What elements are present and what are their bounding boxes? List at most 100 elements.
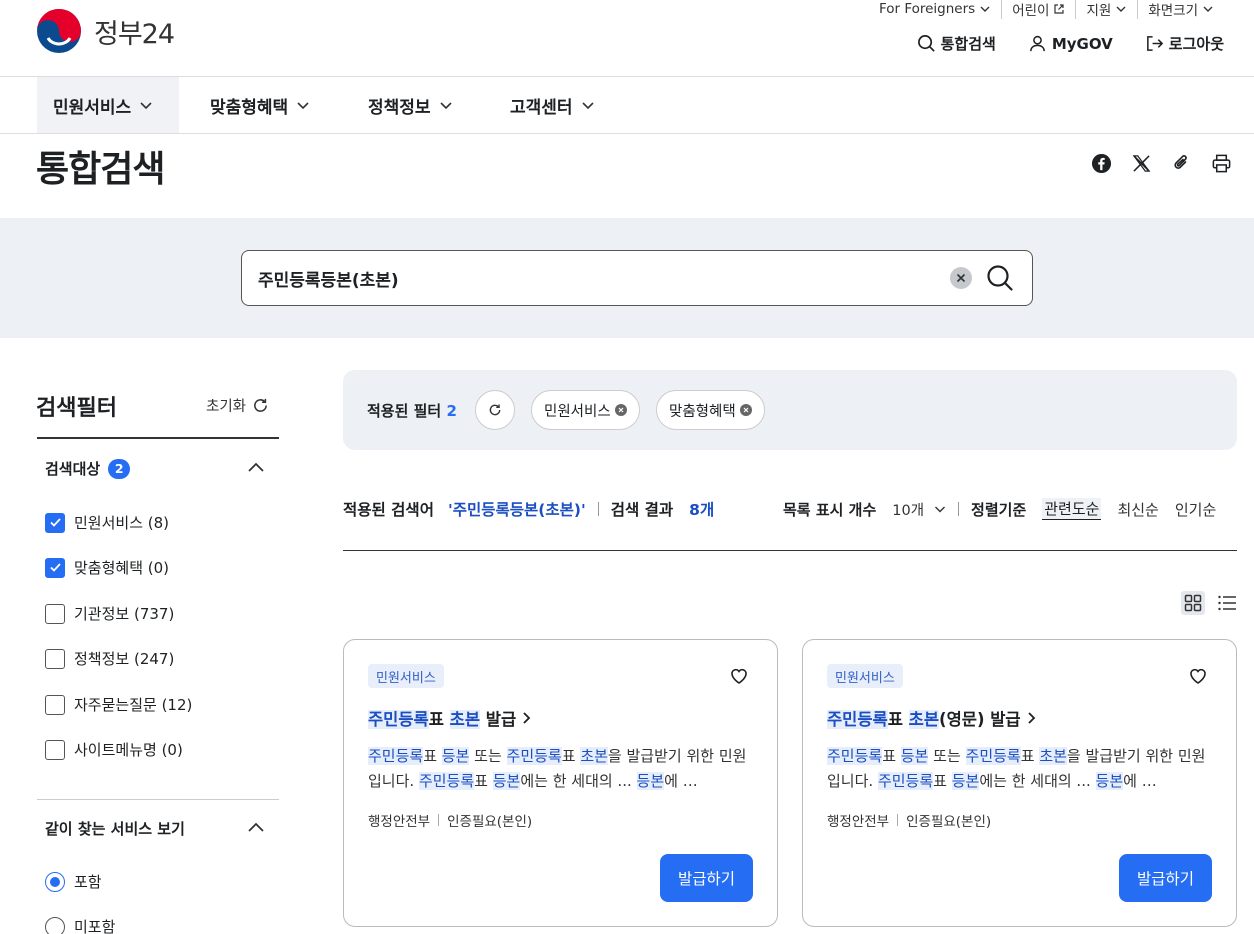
filter-option-agency-info[interactable]: 기관정보 (737)	[45, 603, 174, 624]
checkbox[interactable]	[45, 739, 65, 760]
integrated-search-link[interactable]: 통합검색	[917, 33, 996, 54]
gnb-customer-center[interactable]: 고객센터	[494, 77, 611, 133]
remove-chip-icon[interactable]	[739, 404, 752, 416]
text-segment: 에는 한 세대의 ...	[520, 772, 637, 790]
filter-option-site-menu[interactable]: 사이트메뉴명 (0)	[45, 739, 183, 760]
option-label: 정책정보 (247)	[74, 650, 175, 668]
keyword-highlight: 등본	[441, 747, 470, 765]
top-nav-label: 로그아웃	[1168, 35, 1224, 53]
issue-button[interactable]: 발급하기	[1119, 854, 1212, 902]
top-nav-label: 통합검색	[940, 35, 996, 53]
agency-label: 행정안전부	[827, 814, 890, 830]
keyword-highlight: 등본	[951, 772, 980, 790]
chevron-down-icon	[581, 102, 594, 110]
result-label: 검색 결과	[610, 501, 674, 519]
favorite-heart-icon[interactable]	[1188, 666, 1208, 686]
card-description: 주민등록표 등본 또는 주민등록표 초본을 발급받기 위한 민원입니다. 주민등…	[368, 744, 753, 794]
gnb-label: 맞춤형혜택	[210, 97, 289, 118]
filter-option-custom-benefits[interactable]: 맞춤형혜택 (0)	[45, 557, 169, 578]
utility-label: 화면크기	[1148, 3, 1198, 19]
checkbox[interactable]	[45, 694, 65, 715]
chip-label: 맞춤형혜택	[669, 403, 736, 420]
link-copy-icon[interactable]	[1170, 152, 1192, 174]
card-title-link[interactable]: 주민등록표 초본(영문) 발급	[827, 706, 1039, 730]
logout-link[interactable]: 로그아웃	[1145, 33, 1224, 54]
taegeuk-logo-icon	[37, 9, 81, 53]
search-target-header[interactable]: 검색대상 2	[45, 458, 131, 479]
search-submit-button[interactable]	[985, 263, 1015, 293]
refresh-icon	[489, 404, 501, 416]
support-menu[interactable]: 지원	[1075, 0, 1137, 19]
search-icon	[917, 35, 935, 52]
for-foreigners-menu[interactable]: For Foreigners	[869, 1, 1001, 17]
radio-option-exclude[interactable]: 미포함	[45, 916, 115, 934]
kids-link[interactable]: 어린이	[1001, 0, 1075, 19]
mygov-link[interactable]: MyGOV	[1028, 33, 1113, 54]
radio-button[interactable]	[45, 916, 65, 934]
divider	[597, 502, 599, 516]
check-icon	[49, 518, 61, 527]
option-label: 자주묻는질문 (12)	[74, 696, 193, 714]
list-count-select[interactable]: 10개	[892, 499, 946, 520]
favorite-heart-icon[interactable]	[729, 666, 749, 686]
remove-chip-icon[interactable]	[614, 404, 627, 416]
gnb-civil-service[interactable]: 민원서비스	[37, 77, 179, 133]
facebook-icon[interactable]	[1090, 152, 1112, 174]
top-nav-label: MyGOV	[1051, 34, 1113, 53]
filter-option-civil-service[interactable]: 민원서비스 (8)	[45, 512, 169, 533]
page-title: 통합검색	[36, 149, 165, 190]
issue-button[interactable]: 발급하기	[660, 854, 753, 902]
radio-button[interactable]	[45, 871, 65, 892]
card-title-link[interactable]: 주민등록표 초본 발급	[368, 706, 534, 730]
divider	[37, 799, 279, 800]
x-twitter-icon[interactable]	[1130, 152, 1152, 174]
auth-label: 인증필요(본인)	[447, 814, 533, 830]
count-badge: 2	[108, 458, 131, 479]
filter-chip-custom-benefits[interactable]: 맞춤형혜택	[656, 390, 765, 430]
gnb-policy-info[interactable]: 정책정보	[352, 77, 469, 133]
chevron-up-icon[interactable]	[247, 819, 265, 837]
search-input[interactable]	[258, 251, 938, 305]
filter-reset-button[interactable]: 초기화	[206, 395, 269, 416]
chevron-up-icon[interactable]	[247, 459, 265, 477]
filter-chip-civil-service[interactable]: 민원서비스	[531, 390, 640, 430]
list-view-icon[interactable]	[1215, 591, 1239, 615]
reset-filters-button[interactable]	[475, 390, 515, 430]
text-segment: (영문) 발급	[939, 710, 1021, 729]
keyword-highlight: 초본	[449, 710, 481, 729]
share-tools	[1090, 152, 1232, 174]
text-segment: 에는 한 세대의 ...	[979, 772, 1096, 790]
gnb-custom-benefits[interactable]: 맞춤형혜택	[194, 77, 326, 133]
sort-relevance[interactable]: 관련도순	[1042, 498, 1102, 520]
divider	[37, 437, 279, 439]
filter-option-policy-info[interactable]: 정책정보 (247)	[45, 648, 174, 669]
sort-popular[interactable]: 인기순	[1175, 499, 1216, 520]
section-label: 같이 찾는 서비스 보기	[45, 820, 185, 838]
grid-view-icon[interactable]	[1181, 591, 1205, 615]
sort-latest[interactable]: 최신순	[1117, 499, 1158, 520]
text-segment: 표	[428, 710, 450, 729]
list-count-label: 목록 표시 개수	[783, 500, 877, 519]
print-icon[interactable]	[1210, 152, 1232, 174]
checkbox[interactable]	[45, 648, 65, 669]
keyword-highlight: 등본	[1095, 772, 1124, 790]
category-tag: 민원서비스	[368, 664, 444, 688]
clear-search-button[interactable]	[950, 267, 972, 289]
agency-label: 행정안전부	[368, 814, 431, 830]
keyword-highlight: 주민등록	[877, 772, 934, 790]
sort-label: 정렬기준	[971, 500, 1027, 519]
check-icon	[49, 563, 61, 572]
chevron-down-icon	[1203, 6, 1213, 12]
checkbox[interactable]	[45, 603, 65, 624]
card-title: 주민등록표 초본 발급	[368, 706, 516, 730]
radio-option-include[interactable]: 포함	[45, 871, 102, 892]
screen-size-menu[interactable]: 화면크기	[1137, 0, 1224, 19]
checkbox[interactable]	[45, 557, 65, 578]
site-logo[interactable]: 정부24	[36, 8, 175, 54]
filter-option-faq[interactable]: 자주묻는질문 (12)	[45, 694, 192, 715]
text-segment: 또는	[928, 747, 966, 765]
keyword-highlight: 등본	[900, 747, 929, 765]
together-services-header[interactable]: 같이 찾는 서비스 보기	[45, 818, 185, 839]
checkbox[interactable]	[45, 512, 65, 533]
chevron-right-icon	[1027, 712, 1035, 724]
